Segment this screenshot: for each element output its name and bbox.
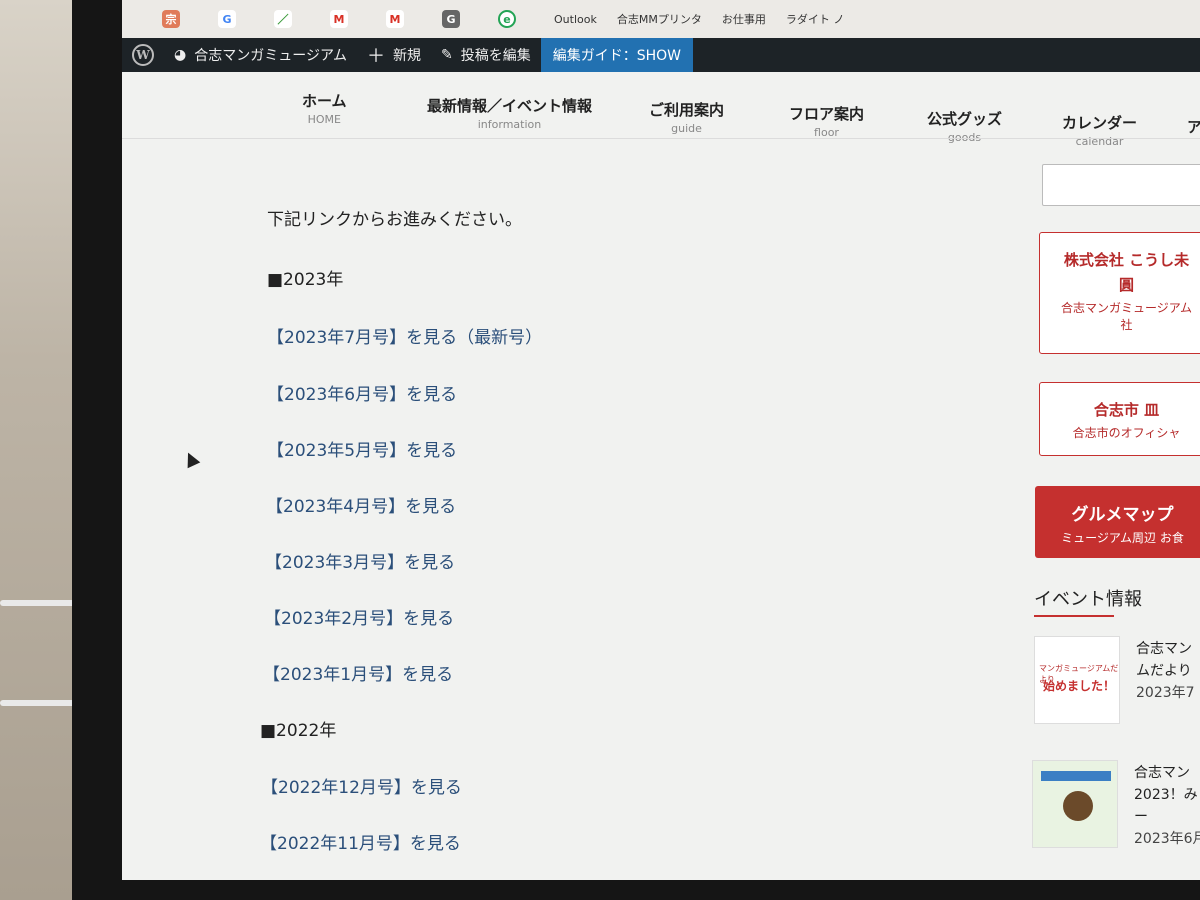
pen-icon[interactable]: ／: [274, 10, 292, 28]
nav-label: 公式グッズ: [927, 110, 1003, 128]
edit-post-button[interactable]: ✎ 投稿を編集: [431, 38, 541, 72]
bookmark-outlook[interactable]: Outlook: [554, 13, 597, 26]
gmail-icon[interactable]: M: [386, 10, 404, 28]
site-name-label: 合志マンガミュージアム: [194, 48, 347, 64]
events-heading-underline: [1034, 615, 1114, 617]
post-thumbnail[interactable]: [1032, 760, 1118, 848]
post-title-3[interactable]: ー: [1134, 806, 1200, 828]
bookmark-g-icon[interactable]: G: [442, 10, 460, 28]
nav-label: ご利用案内: [649, 101, 725, 119]
year-heading-2023: ■2023年: [267, 270, 344, 290]
gmail-icon[interactable]: M: [330, 10, 348, 28]
issue-link[interactable]: 【2023年6月号】を見る: [267, 380, 457, 405]
post-text: 合志マン ムだより 2023年7: [1136, 638, 1195, 704]
nav-label: ア: [1187, 118, 1200, 136]
banner-gourmet-map[interactable]: グルメマップ ミュージアム周辺 お食: [1035, 486, 1200, 558]
banner-title: 株式会社 こうし未: [1063, 251, 1190, 269]
nav-divider: [122, 138, 1200, 139]
search-input[interactable]: [1042, 164, 1200, 206]
post-title-2[interactable]: 2023！み: [1134, 784, 1200, 806]
banner-koshi-city[interactable]: 合志市 皿 合志市のオフィシャ: [1039, 382, 1200, 456]
issue-link[interactable]: 【2022年12月号】を見る: [261, 773, 462, 798]
bookmark-printer[interactable]: 合志MMプリンタ: [617, 11, 702, 27]
banner-title: 合志市 皿: [1093, 401, 1160, 419]
browser-screen: 宗 G ／ M M G e Outlook 合志MMプリンタ お仕事用 ラダイト…: [122, 0, 1200, 880]
cable: [0, 600, 80, 606]
post-title[interactable]: 合志マン: [1134, 762, 1200, 784]
nav-item-home[interactable]: ホーム HOME: [302, 90, 347, 126]
nav-item-information[interactable]: 最新情報／イベント情報 information: [427, 95, 592, 131]
nav-label: ホーム: [302, 92, 347, 110]
wp-admin-bar: W ◕ 合志マンガミュージアム ＋ 新規 ✎ 投稿を編集 編集ガイド：SHOW: [122, 38, 1200, 72]
post-thumbnail[interactable]: マンガミュージアムだより 始めました！: [1034, 636, 1120, 724]
nav-sublabel: guide: [671, 122, 702, 135]
post-text: 合志マン 2023！み ー 2023年6月: [1134, 762, 1200, 850]
new-content-button[interactable]: ＋ 新規: [357, 38, 431, 72]
banner-subtitle: ミュージアム周辺 お食: [1061, 531, 1184, 545]
banner-title: グルメマップ: [1071, 505, 1174, 525]
nav-label: カレンダー: [1062, 114, 1138, 132]
issue-link[interactable]: 【2023年3月号】を見る: [265, 548, 455, 573]
issue-link[interactable]: 【2023年5月号】を見る: [267, 436, 457, 461]
nav-sublabel: calendar: [1075, 135, 1124, 148]
google-icon[interactable]: G: [218, 10, 236, 28]
thumb-figure: [1063, 791, 1093, 821]
dashboard-icon: ◕: [174, 47, 187, 63]
edit-guide-button[interactable]: 編集ガイド：SHOW: [540, 38, 693, 72]
nav-sublabel: information: [477, 118, 542, 131]
nav-item-more[interactable]: ア: [1187, 116, 1200, 137]
bookmark-icon[interactable]: 宗: [162, 10, 180, 28]
banner-subtitle: 合志市のオフィシャ: [1072, 426, 1181, 440]
post-date: 2023年7: [1136, 685, 1195, 701]
nav-label: 最新情報／イベント情報: [427, 97, 593, 115]
banner-koshi-company[interactable]: 株式会社 こうし未 圓 合志マンガミュージアム 社: [1039, 232, 1200, 354]
bookmarks-bar: 宗 G ／ M M G e Outlook 合志MMプリンタ お仕事用 ラダイト…: [122, 0, 1200, 38]
thumb-headline: 始めました！: [1043, 679, 1116, 693]
plus-icon: ＋: [366, 46, 385, 67]
nav-sublabel: HOME: [307, 113, 341, 126]
wordpress-icon: W: [132, 44, 154, 66]
pencil-icon: ✎: [440, 47, 453, 63]
nav-label: フロア案内: [789, 105, 865, 123]
bookmark-work[interactable]: お仕事用: [722, 11, 766, 27]
edit-guide-label: 編集ガイド：SHOW: [552, 48, 681, 64]
post-title[interactable]: 合志マン: [1136, 638, 1195, 660]
thumb-header: [1041, 771, 1111, 781]
nav-item-calendar[interactable]: カレンダー calendar: [1062, 112, 1137, 148]
nav-item-floor[interactable]: フロア案内 floor: [789, 103, 864, 139]
circle-icon[interactable]: e: [498, 10, 516, 28]
issue-link[interactable]: 【2023年1月号】を見る: [263, 660, 453, 685]
issue-link[interactable]: 【2022年11月号】を見る: [260, 829, 461, 854]
cable: [0, 700, 80, 706]
issue-link[interactable]: 【2023年2月号】を見る: [264, 604, 454, 629]
events-heading: イベント情報: [1034, 589, 1142, 610]
edit-post-label: 投稿を編集: [460, 48, 531, 64]
banner-subtitle-2: 社: [1120, 318, 1133, 332]
intro-text: 下記リンクからお進みください。: [267, 210, 522, 230]
bookmark-luddite[interactable]: ラダイト ノ: [786, 11, 845, 27]
banner-subtitle: 合志マンガミュージアム: [1061, 301, 1192, 315]
new-label: 新規: [392, 48, 421, 64]
banner-title-2: 圓: [1118, 276, 1134, 294]
site-name-link[interactable]: ◕ 合志マンガミュージアム: [164, 38, 357, 72]
post-date: 2023年6月: [1134, 831, 1200, 847]
nav-item-guide[interactable]: ご利用案内 guide: [649, 99, 724, 135]
site-navigation: ホーム HOME 最新情報／イベント情報 information ご利用案内 g…: [282, 80, 1200, 150]
post-title-2[interactable]: ムだより: [1136, 660, 1195, 682]
year-heading-2022: ■2022年: [260, 721, 337, 741]
mouse-cursor: [181, 449, 201, 469]
wp-logo-button[interactable]: W: [122, 38, 164, 72]
issue-link[interactable]: 【2023年4月号】を見る: [266, 492, 456, 517]
issue-link[interactable]: 【2023年7月号】を見る（最新号）: [267, 323, 542, 348]
